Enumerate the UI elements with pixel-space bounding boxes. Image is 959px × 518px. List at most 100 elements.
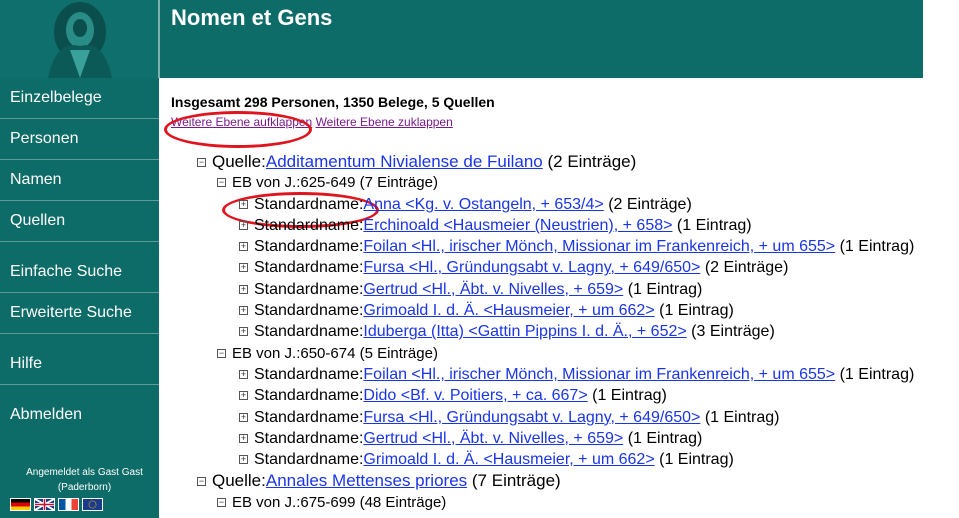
name-link[interactable]: Fursa <Hl., Gründungsabt v. Lagny, + 649… (363, 409, 700, 426)
sidebar-item-einzelbelege[interactable]: Einzelbelege (0, 78, 159, 119)
period-label: EB von J.:650-674 (5 Einträge) (232, 344, 438, 362)
name-count: (1 Eintrag) (627, 429, 703, 447)
sidebar: Einzelbelege Personen Namen Quellen Einf… (0, 78, 159, 518)
tree-source-row: − Quelle:Annales Mettenses priores (7 Ein… (197, 470, 914, 491)
expand-toggle-icon[interactable]: + (239, 199, 248, 209)
tree-name-row: + Standardname:Gertrud <Hl., Äbt. v. Nive… (197, 428, 914, 449)
tree-name-row: + Standardname:Gertrud <Hl., Äbt. v. Nive… (197, 279, 914, 300)
name-link[interactable]: Gertrud <Hl., Äbt. v. Nivelles, + 659> (363, 430, 623, 447)
flag-eu-icon[interactable] (82, 498, 103, 511)
tree-name-row: + Standardname:Grimoald I. d. Ä. <Hausmei… (197, 449, 914, 470)
name-count: (1 Eintrag) (627, 280, 703, 298)
name-count: (1 Eintrag) (704, 408, 780, 426)
saint-figure-icon (0, 0, 158, 78)
collapse-level-link[interactable]: Weitere Ebene zuklappen (316, 115, 453, 129)
name-link[interactable]: Erchinoald <Hausmeier (Neustrien), + 658… (363, 217, 672, 234)
name-count: (2 Einträge) (704, 259, 789, 277)
flag-de-icon[interactable] (10, 498, 31, 511)
logo-image[interactable] (0, 0, 160, 78)
source-link[interactable]: Additamentum Nivialense de Fuilano (266, 152, 543, 171)
name-count: (1 Eintrag) (676, 216, 752, 234)
expand-toggle-icon[interactable]: + (239, 242, 248, 252)
expand-toggle-icon[interactable]: + (239, 306, 248, 316)
sidebar-item-personen[interactable]: Personen (0, 119, 159, 160)
collapse-toggle-icon[interactable]: − (217, 178, 226, 188)
name-prefix: Standardname: (254, 387, 364, 405)
tree-period-row: − EB von J.:625-649 (7 Einträge) (197, 172, 914, 193)
source-count: (7 Einträge) (471, 471, 561, 491)
login-location: (Paderborn) (57, 482, 112, 493)
collapse-toggle-icon[interactable]: − (217, 497, 226, 507)
expand-toggle-icon[interactable]: + (239, 391, 248, 401)
expand-toggle-icon[interactable]: + (239, 369, 248, 379)
expand-toggle-icon[interactable]: + (239, 263, 248, 273)
name-link[interactable]: Iduberga (Itta) <Gattin Pippins I. d. Ä.… (363, 323, 686, 340)
name-count: (3 Einträge) (691, 323, 775, 341)
sidebar-item-hilfe[interactable]: Hilfe (0, 344, 159, 385)
name-prefix: Standardname: (254, 323, 364, 341)
name-count: (1 Eintrag) (839, 238, 915, 256)
login-status: Angemeldet als Gast Gast (Paderborn) (0, 465, 159, 495)
tree-name-row: + Standardname:Fursa <Hl., Gründungsabt v… (197, 407, 914, 428)
tree-name-row: + Standardname:Dido <Bf. v. Poitiers, + c… (197, 385, 914, 406)
sidebar-item-einfache-suche[interactable]: Einfache Suche (0, 252, 159, 293)
name-prefix: Standardname: (254, 429, 364, 447)
expand-toggle-icon[interactable]: + (239, 220, 248, 230)
collapse-toggle-icon[interactable]: − (197, 158, 206, 167)
flag-en-icon[interactable] (34, 498, 55, 511)
sidebar-item-abmelden[interactable]: Abmelden (0, 395, 159, 435)
name-count: (1 Eintrag) (659, 451, 734, 469)
name-count: (1 Eintrag) (592, 387, 667, 405)
expand-level-link[interactable]: Weitere Ebene aufklappen (171, 115, 312, 129)
name-prefix: Standardname: (254, 216, 364, 234)
source-prefix: Quelle: (212, 471, 266, 491)
name-count: (1 Eintrag) (659, 302, 734, 320)
name-prefix: Standardname: (254, 238, 364, 256)
expand-toggle-icon[interactable]: + (239, 433, 248, 443)
name-count: (1 Eintrag) (839, 365, 915, 383)
tree-name-row: + Standardname:Fursa <Hl., Gründungsabt v… (197, 257, 914, 278)
expand-controls: Weitere Ebene aufklappen Weitere Ebene z… (171, 115, 959, 129)
name-link[interactable]: Anna <Kg. v. Ostangeln, + 653/4> (363, 196, 603, 213)
expand-toggle-icon[interactable]: + (239, 455, 248, 465)
name-prefix: Standardname: (254, 451, 364, 469)
name-prefix: Standardname: (254, 195, 364, 213)
page-title: Nomen et Gens (171, 5, 333, 30)
flag-fr-icon[interactable] (58, 498, 79, 511)
name-prefix: Standardname: (254, 302, 364, 320)
tree-name-row: + Standardname:Iduberga (Itta) <Gattin Pi… (197, 321, 914, 342)
sidebar-item-namen[interactable]: Namen (0, 160, 159, 201)
period-label: EB von J.:675-699 (48 Einträge) (232, 493, 447, 511)
name-prefix: Standardname: (254, 259, 364, 277)
sidebar-item-quellen[interactable]: Quellen (0, 201, 159, 242)
login-user: Angemeldet als Gast Gast (26, 467, 143, 478)
name-prefix: Standardname: (254, 408, 364, 426)
name-link[interactable]: Dido <Bf. v. Poitiers, + ca. 667> (363, 387, 587, 404)
expand-toggle-icon[interactable]: + (239, 327, 248, 337)
collapse-toggle-icon[interactable]: − (217, 348, 226, 358)
summary-text: Insgesamt 298 Personen, 1350 Belege, 5 Q… (171, 94, 495, 110)
source-link[interactable]: Annales Mettenses priores (266, 471, 467, 490)
name-link[interactable]: Fursa <Hl., Gründungsabt v. Lagny, + 649… (363, 259, 700, 276)
tree-name-row: + Standardname:Grimoald I. d. Ä. <Hausmei… (197, 300, 914, 321)
name-link[interactable]: Foilan <Hl., irischer Mönch, Missionar i… (363, 366, 835, 383)
name-link[interactable]: Grimoald I. d. Ä. <Hausmeier, + um 662> (363, 302, 654, 319)
tree-period-row: − EB von J.:675-699 (48 Einträge) (197, 492, 914, 513)
collapse-toggle-icon[interactable]: − (197, 477, 206, 487)
tree-view: − Quelle:Additamentum Nivialense de Fuila… (197, 151, 914, 513)
name-count: (2 Einträge) (608, 195, 692, 213)
name-link[interactable]: Grimoald I. d. Ä. <Hausmeier, + um 662> (363, 451, 654, 468)
source-count: (2 Einträge) (547, 152, 637, 171)
sidebar-item-erweiterte-suche[interactable]: Erweiterte Suche (0, 293, 159, 334)
name-link[interactable]: Foilan <Hl., irischer Mönch, Missionar i… (363, 238, 835, 255)
tree-name-row: + Standardname:Anna <Kg. v. Ostangeln, + … (197, 194, 914, 215)
name-link[interactable]: Gertrud <Hl., Äbt. v. Nivelles, + 659> (363, 281, 623, 298)
expand-toggle-icon[interactable]: + (239, 412, 248, 422)
tree-name-row: + Standardname:Erchinoald <Hausmeier (Neu… (197, 215, 914, 236)
expand-toggle-icon[interactable]: + (239, 284, 248, 294)
main-content: Insgesamt 298 Personen, 1350 Belege, 5 Q… (171, 78, 959, 129)
tree-period-row: − EB von J.:650-674 (5 Einträge) (197, 343, 914, 364)
